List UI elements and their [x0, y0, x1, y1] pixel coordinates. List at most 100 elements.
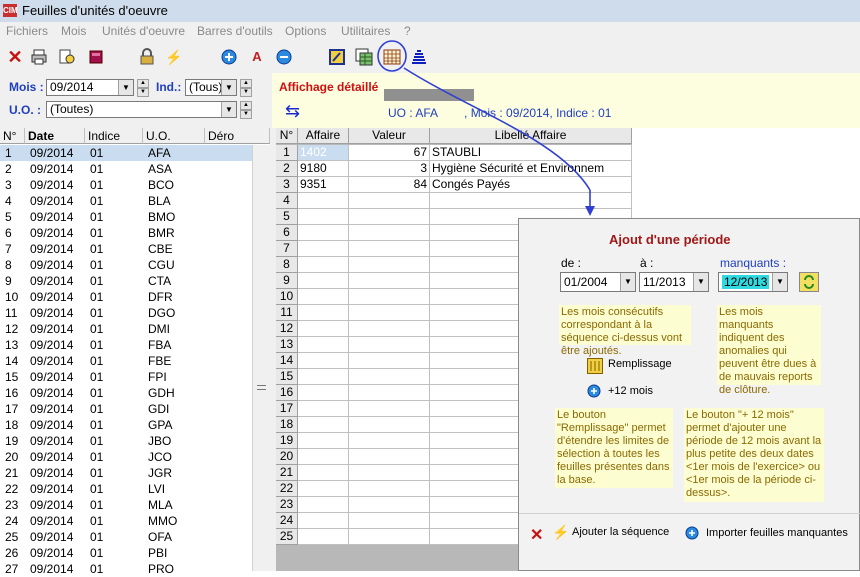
table-row[interactable]: 18 09/2014 01 GPA [0, 417, 252, 433]
import-missing-button[interactable]: Importer feuilles manquantes [706, 527, 848, 539]
cell-valeur[interactable] [349, 401, 430, 417]
spin-up-icon[interactable]: ▲ [240, 79, 252, 88]
cell-affaire[interactable]: 9180 [298, 161, 349, 177]
table-row[interactable]: 13 09/2014 01 FBA [0, 337, 252, 353]
left-scrollbar[interactable] [252, 145, 270, 571]
table-row[interactable]: 27 09/2014 01 PRO [0, 561, 252, 577]
cell-valeur[interactable] [349, 241, 430, 257]
preview-icon[interactable] [58, 48, 76, 66]
cell-valeur[interactable] [349, 289, 430, 305]
cell-affaire[interactable] [298, 225, 349, 241]
cell-valeur[interactable] [349, 209, 430, 225]
cell-valeur[interactable]: 67 [349, 145, 430, 161]
table-row[interactable]: 10 09/2014 01 DFR [0, 289, 252, 305]
print-icon[interactable] [30, 48, 48, 66]
menu-fichiers[interactable]: Fichiers [6, 24, 48, 38]
table-row[interactable]: 22 09/2014 01 LVI [0, 481, 252, 497]
cell-affaire[interactable] [298, 209, 349, 225]
cell-affaire[interactable]: 1402 [298, 145, 349, 161]
table-row[interactable]: 21 09/2014 01 JGR [0, 465, 252, 481]
col-header-no[interactable]: N° [276, 128, 298, 144]
cell-libelle[interactable]: Congés Payés [430, 177, 632, 193]
table-row[interactable]: 16 09/2014 01 GDH [0, 385, 252, 401]
manquants-select[interactable]: 12/2013 ▼ [718, 272, 788, 292]
menu-options[interactable]: Options [285, 24, 326, 38]
cell-valeur[interactable] [349, 273, 430, 289]
menu-barres-outils[interactable]: Barres d'outils [197, 24, 273, 38]
menu-help[interactable]: ? [404, 24, 411, 38]
add-icon[interactable] [220, 48, 238, 66]
scroll-grip-icon[interactable] [257, 385, 266, 390]
refresh-icon[interactable] [799, 272, 819, 292]
cell-valeur[interactable] [349, 465, 430, 481]
plus12-icon[interactable] [587, 384, 601, 401]
table-row[interactable]: 15 09/2014 01 FPI [0, 369, 252, 385]
chevron-down-icon[interactable]: ▼ [221, 102, 236, 117]
col-header-indice[interactable]: Indice [85, 128, 143, 144]
table-row[interactable]: 4 09/2014 01 BLA [0, 193, 252, 209]
lightning-icon[interactable]: ⚡ [552, 524, 569, 541]
table-row[interactable]: 26 09/2014 01 PBI [0, 545, 252, 561]
table-row[interactable]: 20 09/2014 01 JCO [0, 449, 252, 465]
cell-valeur[interactable] [349, 193, 430, 209]
cell-valeur[interactable] [349, 417, 430, 433]
cell-libelle[interactable]: STAUBLI [430, 145, 632, 161]
swap-arrows-icon[interactable]: ⇆ [285, 102, 300, 120]
cell-affaire[interactable] [298, 385, 349, 401]
table-row[interactable]: 5 09/2014 01 BMO [0, 209, 252, 225]
table-icon[interactable] [355, 48, 373, 66]
cell-affaire[interactable] [298, 321, 349, 337]
col-header-dero[interactable]: Déro [205, 128, 270, 144]
cell-affaire[interactable] [298, 353, 349, 369]
col-header-affaire[interactable]: Affaire [298, 128, 349, 144]
table-row[interactable]: 11 09/2014 01 DGO [0, 305, 252, 321]
cell-valeur[interactable] [349, 225, 430, 241]
lightning-icon[interactable]: ⚡ [165, 48, 183, 66]
calendar-icon[interactable] [383, 48, 401, 66]
chevron-down-icon[interactable]: ▼ [221, 80, 236, 95]
chevron-down-icon[interactable]: ▼ [118, 80, 133, 95]
cancel-icon[interactable]: ✕ [530, 525, 543, 545]
uo-spinner[interactable]: ▲ ▼ [240, 101, 252, 119]
remplissage-button[interactable]: Remplissage [608, 358, 672, 370]
add-sequence-button[interactable]: Ajouter la séquence [572, 526, 669, 538]
cell-affaire[interactable] [298, 513, 349, 529]
cell-affaire[interactable] [298, 193, 349, 209]
font-icon[interactable]: A [248, 48, 266, 66]
cell-affaire[interactable] [298, 337, 349, 353]
cell-affaire[interactable] [298, 369, 349, 385]
table-row[interactable]: 2 09/2014 01 ASA [0, 161, 252, 177]
cell-affaire[interactable] [298, 273, 349, 289]
stack-icon[interactable] [410, 48, 428, 66]
cell-affaire[interactable] [298, 481, 349, 497]
cell-affaire[interactable] [298, 529, 349, 545]
mois-spinner[interactable]: ▲ ▼ [137, 79, 149, 97]
cell-affaire[interactable] [298, 241, 349, 257]
cell-libelle[interactable] [430, 193, 632, 209]
chevron-down-icon[interactable]: ▼ [620, 273, 635, 291]
mois-select[interactable]: 09/2014 ▼ [46, 79, 134, 96]
cell-affaire[interactable] [298, 465, 349, 481]
spin-down-icon[interactable]: ▼ [240, 110, 252, 119]
cell-affaire[interactable] [298, 433, 349, 449]
cell-valeur[interactable]: 84 [349, 177, 430, 193]
cell-valeur[interactable] [349, 257, 430, 273]
col-header-libelle[interactable]: Libellé Affaire [430, 128, 632, 144]
cell-affaire[interactable] [298, 289, 349, 305]
cell-valeur[interactable] [349, 449, 430, 465]
col-header-uo[interactable]: U.O. [143, 128, 205, 144]
col-header-date[interactable]: Date [25, 128, 85, 144]
cell-affaire[interactable] [298, 305, 349, 321]
cell-valeur[interactable] [349, 385, 430, 401]
spin-down-icon[interactable]: ▼ [137, 88, 149, 97]
table-row[interactable]: 23 09/2014 01 MLA [0, 497, 252, 513]
remove-icon[interactable] [275, 48, 293, 66]
cell-valeur[interactable] [349, 353, 430, 369]
table-row[interactable]: 19 09/2014 01 JBO [0, 433, 252, 449]
cell-affaire[interactable]: 9351 [298, 177, 349, 193]
lock-icon[interactable] [138, 48, 156, 66]
col-header-valeur[interactable]: Valeur [349, 128, 430, 144]
spin-up-icon[interactable]: ▲ [137, 79, 149, 88]
cell-valeur[interactable] [349, 337, 430, 353]
book-icon[interactable] [87, 48, 105, 66]
